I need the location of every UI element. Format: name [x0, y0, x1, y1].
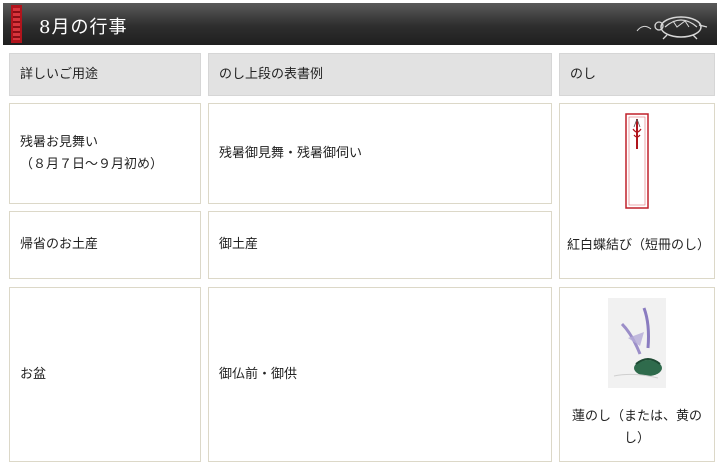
column-header-label: 詳しいご用途	[20, 66, 99, 82]
noshi-label: 紅白蝶結び（短冊のし）	[567, 238, 711, 253]
column-header-label: のし上段の表書例	[219, 66, 324, 82]
inscription-cell: 残暑御見舞・残暑御伺い	[208, 103, 552, 204]
lotus-noshi-image	[608, 298, 666, 388]
page-title: 8月の行事	[39, 17, 128, 38]
noshi-label: 蓮のし（または、黄のし）	[571, 409, 702, 446]
inscription-text: 残暑御見舞・残暑御伺い	[219, 145, 363, 161]
noshi-cell: 紅白蝶結び（短冊のし）	[559, 103, 715, 279]
use-text: お盆	[20, 366, 47, 382]
turtle-icon	[636, 16, 708, 40]
column-header-label: のし	[570, 66, 597, 82]
use-text: 帰省のお土産	[20, 237, 99, 252]
inscription-cell: 御土産	[208, 211, 552, 279]
tanzaku-noshi-image	[625, 113, 649, 209]
use-cell: 残暑お見舞い （８月７日～９月初め）	[9, 103, 201, 204]
inscription-text: 御仏前・御供	[219, 366, 298, 382]
inscription-text: 御土産	[219, 237, 259, 252]
section-header: 8月の行事	[3, 3, 717, 45]
noshi-cell: 蓮のし（または、黄のし）	[559, 287, 715, 462]
column-header-inscription: のし上段の表書例	[208, 53, 552, 96]
use-cell: 帰省のお土産	[9, 211, 201, 279]
use-text: 残暑お見舞い （８月７日～９月初め）	[20, 134, 164, 172]
column-header-use: 詳しいご用途	[9, 53, 201, 96]
column-header-noshi: のし	[559, 53, 715, 96]
inscription-cell: 御仏前・御供	[208, 287, 552, 462]
use-cell: お盆	[9, 287, 201, 462]
hanko-seal-icon	[11, 5, 22, 43]
